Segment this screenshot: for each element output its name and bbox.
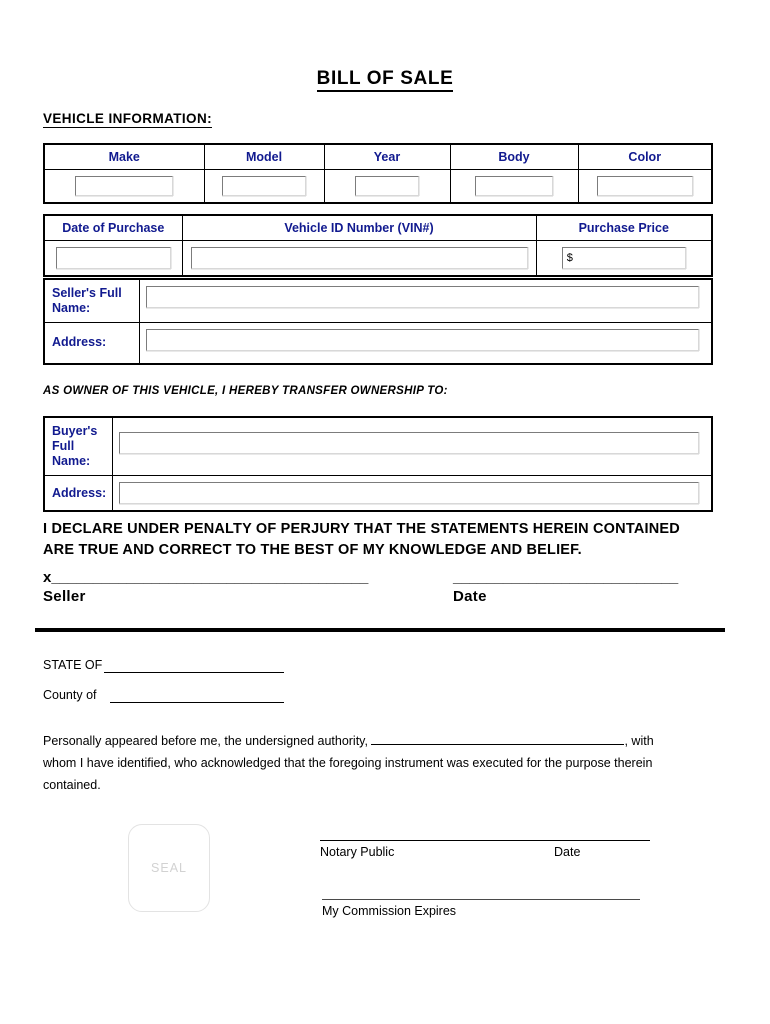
column-header-body: Body	[449, 143, 579, 170]
seller-address-input[interactable]	[145, 328, 699, 351]
vehicle-information-heading-text: VEHICLE INFORMATION:	[43, 111, 212, 128]
transfer-ownership-statement: AS OWNER OF THIS VEHICLE, I HEREBY TRANS…	[43, 385, 448, 397]
state-of-label: STATE OF	[43, 658, 103, 672]
county-of-label: County of	[43, 688, 97, 702]
vin-cell	[181, 240, 537, 277]
notary-date-label: Date	[554, 845, 581, 859]
buyer-name-cell	[111, 416, 713, 476]
buyer-address-label: Address:	[43, 475, 113, 512]
seller-signature-caption: Seller	[43, 588, 86, 605]
notary-seal-placeholder: SEAL	[128, 824, 210, 912]
seller-address-label: Address:	[43, 321, 140, 365]
model-input[interactable]	[222, 176, 306, 196]
body-input[interactable]	[475, 176, 553, 196]
appeared-person-input[interactable]	[371, 732, 625, 745]
buyer-information-table: Buyer's Full Name: Address:	[43, 416, 713, 512]
acknowledgement-text-part1: Personally appeared before me, the under…	[43, 734, 368, 748]
page-title-text: BILL OF SALE	[316, 68, 454, 92]
date-of-purchase-cell	[43, 240, 183, 277]
column-header-year: Year	[323, 143, 451, 170]
color-cell	[577, 169, 713, 204]
seller-signature-line[interactable]: x______________________________________	[43, 570, 368, 585]
page-title: BILL OF SALE	[0, 68, 770, 92]
make-input[interactable]	[75, 176, 174, 196]
purchase-price-input[interactable]: $	[561, 247, 686, 269]
seller-name-label: Seller's Full Name:	[43, 278, 140, 323]
seller-signature-rule: ______________________________________	[51, 569, 369, 586]
seller-information-table: Seller's Full Name: Address:	[43, 278, 713, 365]
body-cell	[449, 169, 579, 204]
make-cell	[43, 169, 205, 204]
buyer-name-row: Buyer's Full Name:	[43, 416, 713, 476]
vin-input[interactable]	[190, 247, 528, 269]
buyer-address-cell	[111, 475, 713, 512]
section-divider	[35, 628, 725, 632]
acknowledgement-paragraph: Personally appeared before me, the under…	[43, 730, 683, 796]
column-header-color: Color	[577, 143, 713, 170]
buyer-address-row: Address:	[43, 475, 713, 512]
column-header-model: Model	[203, 143, 325, 170]
vehicle-specs-header-row: Make Model Year Body Color	[43, 143, 713, 170]
perjury-declaration: I DECLARE UNDER PENALTY OF PERJURY THAT …	[43, 519, 719, 561]
county-of-input[interactable]	[110, 702, 284, 703]
column-header-make: Make	[43, 143, 205, 170]
state-of-input[interactable]	[104, 672, 284, 673]
commission-expires-rule[interactable]	[322, 899, 640, 900]
seller-name-row: Seller's Full Name:	[43, 278, 713, 323]
vehicle-information-heading: VEHICLE INFORMATION:	[43, 111, 212, 128]
notary-public-signature-rule[interactable]	[320, 840, 650, 841]
acknowledgement-line2: whom I have identified, who acknowledged…	[43, 756, 653, 770]
purchase-header-row: Date of Purchase Vehicle ID Number (VIN#…	[43, 214, 713, 241]
seller-name-cell	[138, 278, 713, 323]
acknowledgement-line1: Personally appeared before me, the under…	[43, 730, 683, 752]
date-signature-caption: Date	[453, 588, 487, 605]
color-input[interactable]	[596, 176, 693, 196]
column-header-date-of-purchase: Date of Purchase	[43, 214, 183, 241]
year-cell	[323, 169, 451, 204]
buyer-name-input[interactable]	[118, 432, 699, 454]
buyer-name-label: Buyer's Full Name:	[43, 416, 113, 476]
vehicle-specs-input-row	[43, 169, 713, 204]
notary-seal-label: SEAL	[151, 861, 187, 875]
date-signature-group: ___________________________ Date	[453, 570, 678, 605]
date-of-purchase-input[interactable]	[55, 247, 171, 269]
vehicle-specs-table: Make Model Year Body Color	[43, 143, 713, 204]
year-input[interactable]	[355, 176, 419, 196]
model-cell	[203, 169, 325, 204]
purchase-details-table: Date of Purchase Vehicle ID Number (VIN#…	[43, 214, 713, 277]
acknowledgement-line3: contained.	[43, 778, 101, 792]
bill-of-sale-document: BILL OF SALE VEHICLE INFORMATION: Make M…	[0, 0, 770, 1024]
seller-name-input[interactable]	[145, 286, 699, 308]
column-header-vin: Vehicle ID Number (VIN#)	[181, 214, 537, 241]
seller-address-cell	[138, 321, 713, 365]
perjury-declaration-line2: ARE TRUE AND CORRECT TO THE BEST OF MY K…	[43, 542, 582, 559]
date-signature-rule[interactable]: ___________________________	[453, 570, 678, 585]
perjury-declaration-line1: I DECLARE UNDER PENALTY OF PERJURY THAT …	[43, 521, 680, 537]
acknowledgement-text-part2: , with	[624, 734, 654, 748]
seller-address-row: Address:	[43, 321, 713, 365]
signature-block: x______________________________________ …	[43, 570, 723, 620]
commission-expires-label: My Commission Expires	[322, 904, 457, 918]
notary-public-label: Notary Public	[320, 845, 395, 859]
buyer-address-input[interactable]	[118, 482, 699, 504]
column-header-purchase-price: Purchase Price	[535, 214, 713, 241]
purchase-input-row: $	[43, 240, 713, 277]
purchase-price-cell: $	[535, 240, 713, 277]
seller-signature-group: x______________________________________ …	[43, 570, 368, 605]
